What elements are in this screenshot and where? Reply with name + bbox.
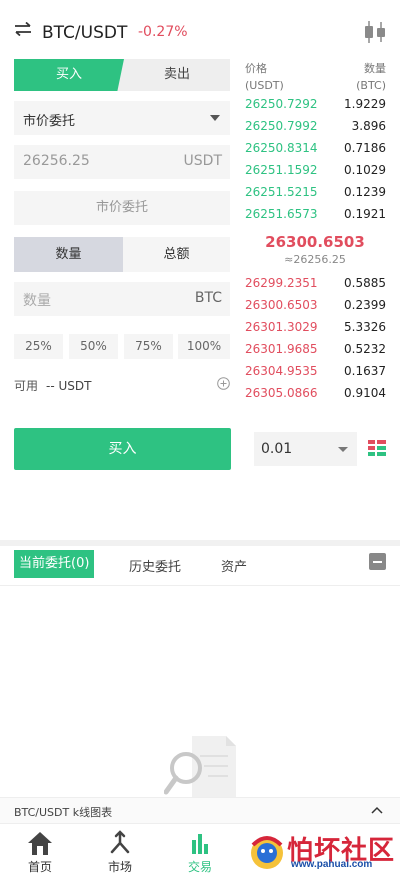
percent-75-button[interactable]: 75% xyxy=(124,334,173,359)
orderbook-row[interactable]: 26250.7992 3.896 xyxy=(245,116,386,138)
ob-qty: 3.896 xyxy=(351,119,386,133)
order-type-value: 市价委托 xyxy=(23,114,76,129)
candlestick-icon[interactable] xyxy=(362,20,388,44)
buy-button[interactable]: 买入 xyxy=(14,428,231,470)
ob-price: 26251.6573 xyxy=(245,207,318,221)
order-tabs: 当前委托(0) 历史委托 资产 xyxy=(0,546,400,586)
ob-price: 26301.9685 xyxy=(245,342,318,356)
nav-home-label: 首页 xyxy=(27,860,52,874)
depth-select[interactable]: 0.01 xyxy=(254,432,357,466)
kline-chart-label: BTC/USDT k线图表 xyxy=(14,806,113,819)
ob-price: 26251.1592 xyxy=(245,163,318,177)
watermark-logo: 怕坏社区 www.pahuai.com xyxy=(247,828,397,874)
tab-assets[interactable]: 资产 xyxy=(221,556,247,575)
price-value: 26256.25 xyxy=(23,153,90,169)
ob-price: 26305.0866 xyxy=(245,386,318,400)
trade-side-tabs: 买入 卖出 xyxy=(14,59,230,91)
ob-qty: 0.7186 xyxy=(344,141,386,155)
available-label: 可用 xyxy=(14,379,39,393)
amount-mode-tabs: 数量 总额 xyxy=(14,237,230,272)
price-unit: USDT xyxy=(183,153,222,169)
orderbook-row[interactable]: 26301.3029 5.3326 xyxy=(245,317,386,339)
trade-chart-icon xyxy=(192,834,208,854)
ob-price: 26301.3029 xyxy=(245,320,318,334)
nav-market-label: 市场 xyxy=(107,860,132,874)
orderbook-row[interactable]: 26301.9685 0.5232 xyxy=(245,339,386,361)
add-funds-icon[interactable] xyxy=(217,377,230,390)
kline-chart-bar[interactable]: BTC/USDT k线图表 xyxy=(0,797,400,823)
orderbook-row[interactable]: 26305.0866 0.9104 xyxy=(245,383,386,405)
ob-price: 26304.9535 xyxy=(245,364,318,378)
ob-qty: 0.1637 xyxy=(344,364,386,378)
ob-qty: 5.3326 xyxy=(344,320,386,334)
ob-qty: 0.5232 xyxy=(344,342,386,356)
trading-pair[interactable]: BTC/USDT xyxy=(42,23,127,43)
quantity-placeholder: 数量 xyxy=(23,293,51,309)
home-icon xyxy=(28,832,52,855)
quantity-unit: BTC xyxy=(194,290,222,306)
ob-price: 26251.5215 xyxy=(245,185,318,199)
mascot-icon xyxy=(251,836,283,869)
ob-price: 26250.7292 xyxy=(245,97,318,111)
percent-25-button[interactable]: 25% xyxy=(14,334,63,359)
header: BTC/USDT -0.27% xyxy=(0,0,400,58)
orderbook-row[interactable]: 26251.5215 0.1239 xyxy=(245,182,386,204)
caret-down-icon xyxy=(338,447,348,452)
chevron-up-icon[interactable] xyxy=(370,804,384,818)
orderbook-row[interactable]: 26300.6503 0.2399 xyxy=(245,295,386,317)
ob-qty: 1.9229 xyxy=(344,97,386,111)
ob-price: 26300.6503 xyxy=(245,298,318,312)
orderbook-layout-icon[interactable] xyxy=(368,439,386,457)
tab-total[interactable]: 总额 xyxy=(123,237,230,272)
available-balance: 可用 -- USDT xyxy=(14,377,91,394)
orderbook-row[interactable]: 26250.8314 0.7186 xyxy=(245,138,386,160)
quantity-input[interactable]: 数量 BTC xyxy=(14,282,230,316)
tab-order-history[interactable]: 历史委托 xyxy=(129,556,181,575)
tab-sell[interactable]: 卖出 xyxy=(124,59,230,91)
nav-trade[interactable]: 交易 xyxy=(160,824,240,876)
last-price: 26300.6503 xyxy=(265,233,365,251)
watermark-url: www.pahuai.com xyxy=(291,859,373,870)
percent-50-button[interactable]: 50% xyxy=(69,334,118,359)
ob-qty: 0.1921 xyxy=(344,207,386,221)
depth-value: 0.01 xyxy=(261,441,293,457)
ob-price-unit: (USDT) xyxy=(245,79,284,92)
tab-buy[interactable]: 买入 xyxy=(14,59,124,91)
empty-search-icon xyxy=(164,736,236,798)
ob-qty: 0.5885 xyxy=(344,276,386,290)
price-change: -0.27% xyxy=(138,24,188,40)
caret-down-icon xyxy=(210,115,220,121)
orderbook-row[interactable]: 26304.9535 0.1637 xyxy=(245,361,386,383)
orderbook-row[interactable]: 26251.1592 0.1029 xyxy=(245,160,386,182)
tab-quantity[interactable]: 数量 xyxy=(14,237,123,272)
ob-price-header: 价格 xyxy=(245,62,267,75)
index-price: ≈26256.25 xyxy=(284,253,346,266)
ob-price: 26299.2351 xyxy=(245,276,318,290)
nav-trade-label: 交易 xyxy=(187,860,212,874)
nav-home[interactable]: 首页 xyxy=(0,824,80,876)
price-input[interactable]: 26256.25 USDT xyxy=(14,145,230,179)
nav-market[interactable]: 市场 xyxy=(80,824,160,876)
market-icon xyxy=(110,830,130,854)
ob-qty: 0.2399 xyxy=(344,298,386,312)
ob-price: 26250.8314 xyxy=(245,141,318,155)
ob-qty-unit: (BTC) xyxy=(356,79,386,92)
ob-qty: 0.9104 xyxy=(344,386,386,400)
orderbook-row[interactable]: 26299.2351 0.5885 xyxy=(245,273,386,295)
ob-price: 26250.7992 xyxy=(245,119,318,133)
swap-icon[interactable] xyxy=(14,22,32,36)
document-icon[interactable] xyxy=(369,553,386,570)
order-type-select[interactable]: 市价委托 xyxy=(14,101,230,135)
market-price-field: 市价委托 xyxy=(14,191,230,225)
ob-qty: 0.1029 xyxy=(344,163,386,177)
ob-qty-header: 数量 xyxy=(364,62,386,75)
orderbook-row[interactable]: 26250.7292 1.9229 xyxy=(245,94,386,116)
tab-current-orders[interactable]: 当前委托(0) xyxy=(14,550,95,578)
percent-100-button[interactable]: 100% xyxy=(178,334,230,359)
orderbook-row[interactable]: 26251.6573 0.1921 xyxy=(245,204,386,226)
available-value: -- USDT xyxy=(46,379,92,393)
ob-qty: 0.1239 xyxy=(344,185,386,199)
